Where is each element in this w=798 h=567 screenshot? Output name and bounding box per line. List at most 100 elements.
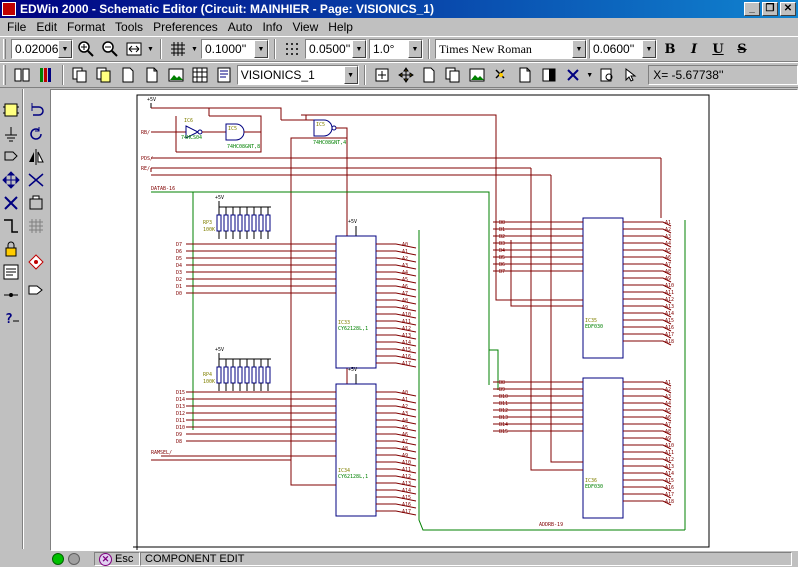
escape-label: Esc — [115, 553, 134, 565]
grid-icon[interactable] — [167, 38, 189, 60]
chevron-down-icon[interactable]: ▼ — [586, 72, 594, 79]
net-label-icon[interactable] — [0, 284, 22, 306]
toolbar-grip[interactable] — [3, 39, 6, 59]
move-icon[interactable] — [0, 169, 22, 191]
component-library-icon[interactable] — [25, 192, 47, 214]
font-name-combo[interactable]: Times New Roman ▼ — [435, 39, 587, 59]
menu-view[interactable]: View — [287, 20, 323, 34]
query-icon[interactable]: ? — [0, 307, 22, 329]
escape-button[interactable]: ✕ Esc — [94, 552, 140, 566]
page-stack-icon[interactable] — [93, 64, 115, 86]
component-place-icon[interactable] — [0, 99, 22, 121]
bold-button[interactable]: B — [659, 38, 681, 60]
toolbar-separator — [61, 65, 64, 85]
grid-toggle-icon[interactable] — [25, 215, 47, 237]
text-edit-icon[interactable] — [0, 261, 22, 283]
undo-icon[interactable] — [25, 99, 47, 121]
address-pin-label: A9 — [402, 453, 408, 459]
close-button[interactable]: ✕ — [780, 2, 796, 16]
port-icon[interactable] — [25, 279, 47, 301]
picture-icon[interactable] — [165, 64, 187, 86]
menu-help[interactable]: Help — [323, 20, 358, 34]
print-preview-icon[interactable] — [596, 64, 618, 86]
select-icon[interactable] — [490, 64, 512, 86]
new-page-icon[interactable] — [141, 64, 163, 86]
data-pin-label: D10 — [176, 425, 185, 431]
chevron-down-icon[interactable]: ▼ — [58, 40, 72, 58]
rotate-icon[interactable] — [25, 123, 47, 145]
restore-button[interactable]: ❐ — [762, 2, 778, 16]
ram-chip — [335, 383, 377, 517]
address-pin-label: A13 — [402, 481, 411, 487]
fill-icon[interactable] — [538, 64, 560, 86]
add-component-icon[interactable] — [371, 64, 393, 86]
bus-entry-icon[interactable] — [0, 146, 22, 168]
page-setup-icon[interactable] — [213, 64, 235, 86]
picture-icon[interactable] — [466, 64, 488, 86]
cursor-icon[interactable] — [620, 64, 642, 86]
table-grid-icon[interactable] — [189, 64, 211, 86]
page-icon[interactable] — [418, 64, 440, 86]
chevron-down-icon[interactable]: ▼ — [408, 40, 422, 58]
buffer-addr-label: A9 — [665, 276, 671, 282]
font-size-combo[interactable]: 0.0600'' ▼ — [589, 39, 657, 59]
wire-icon[interactable] — [0, 215, 22, 237]
chevron-down-icon[interactable]: ▼ — [191, 46, 199, 53]
schematic-canvas[interactable]: +5V RB/IC6 74HCS04 IC5 74HC08GNT,8 IC5 74HC08G… — [50, 89, 798, 551]
address-pin-label: A4 — [402, 270, 408, 276]
menu-preferences[interactable]: Preferences — [148, 20, 223, 34]
delete-icon[interactable] — [562, 64, 584, 86]
angle-combo[interactable]: 1.0° ▼ — [369, 39, 423, 59]
status-gray-lamp-icon — [68, 553, 80, 565]
menu-format[interactable]: Format — [62, 20, 110, 34]
snap-value: 0.0500'' — [309, 42, 351, 56]
buffer-addr-label: A5 — [665, 248, 671, 254]
chevron-down-icon[interactable]: ▼ — [642, 40, 656, 58]
chevron-down-icon[interactable]: ▼ — [147, 46, 155, 53]
page-icon[interactable] — [117, 64, 139, 86]
zoom-fit-icon[interactable] — [123, 38, 145, 60]
menu-tools[interactable]: Tools — [110, 20, 148, 34]
address-pin-label: A11 — [402, 319, 411, 325]
ground-icon[interactable] — [0, 123, 22, 145]
library-icon[interactable] — [35, 64, 57, 86]
grid-size-combo[interactable]: 0.1000'' ▼ — [201, 39, 269, 59]
buffer-in-label: B10 — [499, 394, 508, 400]
lock-icon[interactable] — [0, 238, 22, 260]
copy-page-icon[interactable] — [69, 64, 91, 86]
page-select-combo[interactable]: VISIONICS_1 ▼ — [236, 65, 359, 85]
snap-grid-icon[interactable] — [281, 38, 303, 60]
hierarchy-icon[interactable] — [11, 64, 33, 86]
zoom-out-icon[interactable] — [99, 38, 121, 60]
underline-button[interactable]: U — [707, 38, 729, 60]
menu-info[interactable]: Info — [257, 20, 287, 34]
menu-file[interactable]: File — [2, 20, 31, 34]
buffer-addr-label: A6 — [665, 415, 671, 421]
schematic-drawing[interactable]: +5V RB/IC6 74HCS04 IC5 74HC08GNT,8 IC5 74HC08G… — [51, 90, 797, 550]
resistor — [251, 366, 257, 384]
menu-edit[interactable]: Edit — [31, 20, 62, 34]
move-icon[interactable] — [395, 64, 417, 86]
address-pin-label: A0 — [402, 242, 408, 248]
flip-icon[interactable] — [25, 169, 47, 191]
chevron-down-icon[interactable]: ▼ — [254, 40, 268, 58]
menu-auto[interactable]: Auto — [223, 20, 258, 34]
junction-icon[interactable] — [25, 251, 47, 273]
zoom-combo[interactable]: 0.02006'' ▼ — [11, 39, 73, 59]
resistor — [216, 366, 222, 384]
chevron-down-icon[interactable]: ▼ — [352, 40, 366, 58]
chevron-down-icon[interactable]: ▼ — [343, 66, 358, 84]
minimize-button[interactable]: _ — [744, 2, 760, 16]
resistor — [216, 214, 222, 232]
strikethrough-button[interactable]: S — [731, 38, 753, 60]
buffer-addr-label: A14 — [665, 311, 674, 317]
snap-combo[interactable]: 0.0500'' ▼ — [305, 39, 367, 59]
italic-button[interactable]: I — [683, 38, 705, 60]
copy-page-icon[interactable] — [442, 64, 464, 86]
toolbar-grip[interactable] — [3, 65, 6, 85]
delete-icon[interactable] — [0, 192, 22, 214]
zoom-in-icon[interactable] — [75, 38, 97, 60]
new-page-icon[interactable] — [514, 64, 536, 86]
chevron-down-icon[interactable]: ▼ — [572, 40, 586, 58]
mirror-icon[interactable] — [25, 146, 47, 168]
